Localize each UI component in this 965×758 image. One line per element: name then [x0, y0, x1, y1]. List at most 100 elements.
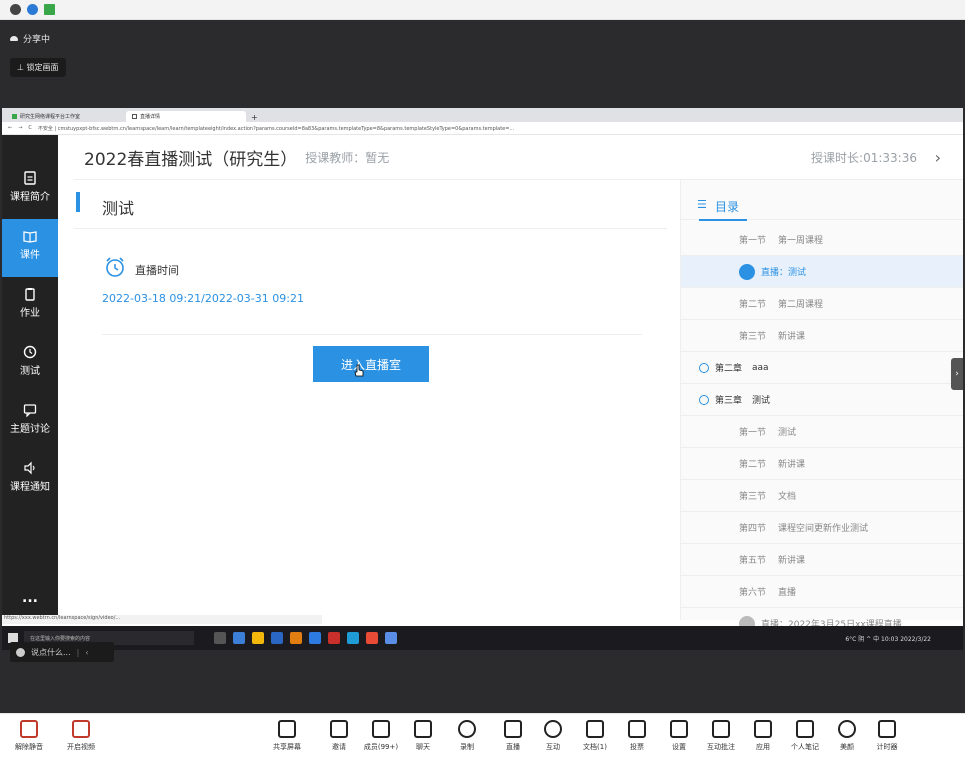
catalog-section[interactable]: 第一节 第一周课程 — [681, 224, 963, 256]
page-title: 测试 — [102, 199, 135, 218]
toolbar-item-label: 邀请 — [332, 743, 346, 751]
sidebar-item-courseware[interactable]: 课件 — [2, 219, 58, 277]
members-icon — [372, 720, 390, 738]
catalog-item-title: aaa — [752, 362, 769, 373]
divider — [74, 228, 667, 229]
document-icon — [24, 171, 36, 185]
chat-input[interactable]: 说点什么... | ‹ — [10, 642, 114, 662]
share-screen-icon — [278, 720, 296, 738]
sidebar-item-test[interactable]: 测试 — [2, 335, 58, 393]
toolbar-item-label: 开启视频 — [67, 743, 95, 751]
catalog-section[interactable]: 第四节 课程空间更新作业测试 — [681, 512, 963, 544]
toolbar-item-mic-muted[interactable]: 解除静音 — [4, 720, 54, 752]
toolbar-item-label: 直播 — [506, 743, 520, 751]
toolbar-item-chat[interactable]: 聊天 — [398, 720, 448, 752]
catalog-section[interactable]: 第二节 新讲课 — [681, 448, 963, 480]
sidebar-item-discussion[interactable]: 主题讨论 — [2, 393, 58, 451]
taskbar-search-placeholder: 在这里输入你要搜索的内容 — [30, 635, 91, 642]
chevron-left-icon[interactable]: ‹ — [85, 648, 88, 657]
meeting-toolbar: 解除静音 开启视频 共享屏幕 邀请 成员(99+) 聊天 录制 直播 互动 文档(1) 投票 设置 互动… — [0, 713, 965, 758]
notes-icon — [796, 720, 814, 738]
app-icon[interactable] — [328, 632, 340, 644]
catalog-section[interactable]: 第一节 测试 — [681, 416, 963, 448]
sidebar-item-label: 课程通知 — [10, 482, 50, 493]
new-tab-button[interactable]: + — [246, 113, 263, 122]
app-icon[interactable] — [290, 632, 302, 644]
task-view-icon[interactable] — [214, 632, 226, 644]
sidebar-item-label: 课程简介 — [10, 192, 50, 203]
shield-icon[interactable] — [27, 4, 38, 15]
explorer-icon[interactable] — [252, 632, 264, 644]
back-icon[interactable]: ← — [8, 125, 12, 131]
emoji-icon[interactable] — [16, 647, 25, 657]
toolbar-item-label: 计时器 — [876, 743, 898, 751]
lock-screen-label: 锁定画面 — [26, 63, 59, 72]
catalog-section[interactable]: 第五节 新讲课 — [681, 544, 963, 576]
chapter-circle-icon — [699, 362, 709, 373]
more-label: ... — [22, 590, 38, 606]
toolbar-item-label: 美颜 — [840, 743, 854, 751]
windows-taskbar: 在这里输入你要搜索的内容 6°C 阴 ^ 中 10:03 2022/3/22 — [2, 626, 963, 650]
panel-toggle-button[interactable]: › — [951, 358, 963, 390]
app-icon[interactable] — [309, 632, 321, 644]
catalog-section[interactable]: 第二节 第二周课程 — [681, 288, 963, 320]
tab-favicon-icon — [12, 114, 17, 119]
toolbar-item-timer[interactable]: 计时器 — [862, 720, 912, 752]
system-tray — [0, 0, 965, 20]
app-icon[interactable] — [385, 632, 397, 644]
reload-icon[interactable]: C — [28, 125, 32, 131]
invite-icon — [330, 720, 348, 738]
signal-icon[interactable] — [44, 4, 55, 15]
browser-tab-2[interactable]: 直播详情 — [126, 111, 246, 122]
teacher-label: 授课教师：暂无 — [305, 150, 390, 165]
cloud-icon — [10, 36, 18, 41]
shared-screen: 研究生网络课程平台工作室 直播详情 + ← → C 不安全 | cmstuypx… — [2, 108, 963, 650]
chrome-icon[interactable] — [366, 632, 378, 644]
divider — [102, 334, 642, 335]
catalog-item-title: 直播 — [778, 588, 797, 598]
toolbar-item-camera-off[interactable]: 开启视频 — [56, 720, 106, 752]
app-icon[interactable] — [347, 632, 359, 644]
annotate-icon — [712, 720, 730, 738]
status-url: https://xxx.webtrn.cn/learnspace/sign/vi… — [2, 615, 322, 624]
sidebar-item-label: 主题讨论 — [10, 424, 50, 435]
forward-icon[interactable]: → — [18, 125, 22, 131]
catalog-chapter[interactable]: 第二章 aaa — [681, 352, 963, 384]
sidebar-item-notice[interactable]: 课程通知 — [2, 451, 58, 509]
catalog-section[interactable]: 第三节 文档 — [681, 480, 963, 512]
toolbar-item-label: 互动批注 — [707, 743, 735, 751]
toolbar-item-record[interactable]: 录制 — [442, 720, 492, 752]
catalog-item-number: 第一节 — [739, 236, 767, 246]
course-title: 2022春直播测试（研究生） — [84, 149, 298, 170]
edge-icon[interactable] — [233, 632, 245, 644]
tab-page-icon — [132, 114, 137, 119]
share-status-label: 分享中 — [23, 35, 51, 45]
store-icon[interactable] — [271, 632, 283, 644]
chat-placeholder: 说点什么... — [31, 647, 71, 657]
hand-cursor-icon — [354, 364, 364, 377]
chat-icon — [23, 404, 37, 417]
sidebar-more-button[interactable]: ... — [2, 590, 58, 610]
catalog-title[interactable]: 目录 — [715, 198, 739, 215]
chevron-right-icon[interactable]: › — [935, 148, 941, 167]
catalog-item-title: 文档 — [778, 492, 797, 502]
catalog-section[interactable]: 第六节 直播 — [681, 576, 963, 608]
url-text[interactable]: 不安全 | cmstuypxpt-bfsc.webtrn.cn/learnspa… — [38, 125, 678, 132]
lock-screen-button[interactable]: ⊥ 锁定画面 — [10, 58, 66, 77]
toolbar-item-label: 个人笔记 — [791, 743, 819, 751]
sidebar-item-homework[interactable]: 作业 — [2, 277, 58, 335]
clipboard-icon — [25, 288, 35, 301]
browser-tab-1[interactable]: 研究生网络课程平台工作室 — [6, 111, 126, 122]
live-time-label: 直播时间 — [135, 264, 179, 277]
catalog-chapter[interactable]: 第三章 测试 — [681, 384, 963, 416]
catalog-item-title: 第二周课程 — [778, 300, 824, 310]
info-icon[interactable] — [10, 4, 21, 15]
catalog-item-title: 新讲课 — [778, 332, 806, 342]
sidebar-item-intro[interactable]: 课程简介 — [2, 161, 58, 219]
toolbar-item-share-screen[interactable]: 共享屏幕 — [262, 720, 312, 752]
taskbar-clock: 6°C 阴 ^ 中 10:03 2022/3/22 — [845, 635, 931, 643]
catalog-item-number: 第五节 — [739, 556, 767, 566]
catalog-live-item[interactable]: 直播：测试 — [681, 256, 963, 288]
enter-live-room-button[interactable]: 进入直播室 — [313, 346, 429, 382]
catalog-section[interactable]: 第三节 新讲课 — [681, 320, 963, 352]
